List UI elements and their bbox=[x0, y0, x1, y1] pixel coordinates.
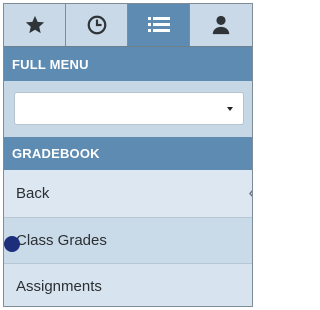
clock-icon bbox=[86, 14, 108, 36]
menu-item-assignments-label: Assignments bbox=[16, 277, 102, 295]
menu-item-class-grades[interactable]: Class Grades bbox=[4, 218, 252, 264]
menu-item-assignments[interactable]: Assignments bbox=[4, 264, 252, 306]
full-menu-header: FULL MENU bbox=[4, 47, 252, 81]
menu-item-back[interactable]: Back ‹ bbox=[4, 170, 252, 218]
tab-bar bbox=[4, 4, 252, 47]
menu-item-back-label: Back bbox=[16, 185, 50, 202]
dropdown-caret-icon bbox=[227, 107, 233, 111]
tab-profile[interactable] bbox=[190, 4, 252, 46]
menu-item-class-grades-label: Class Grades bbox=[16, 232, 107, 249]
full-menu-select[interactable] bbox=[14, 92, 244, 125]
star-icon bbox=[24, 14, 46, 36]
selection-marker-dot bbox=[4, 236, 20, 252]
chevron-left-icon: ‹ bbox=[248, 182, 252, 205]
gradebook-header: GRADEBOOK bbox=[4, 137, 252, 170]
sidebar-menu-panel: FULL MENU GRADEBOOK Back ‹ Class Grades … bbox=[3, 3, 253, 307]
tab-menu[interactable] bbox=[128, 4, 190, 46]
full-menu-header-label: FULL MENU bbox=[12, 56, 89, 72]
list-icon bbox=[147, 14, 171, 36]
full-menu-select-container bbox=[4, 81, 252, 137]
tab-recent[interactable] bbox=[66, 4, 128, 46]
tab-favorites[interactable] bbox=[4, 4, 66, 46]
gradebook-header-label: GRADEBOOK bbox=[12, 146, 100, 161]
user-icon bbox=[210, 14, 232, 36]
